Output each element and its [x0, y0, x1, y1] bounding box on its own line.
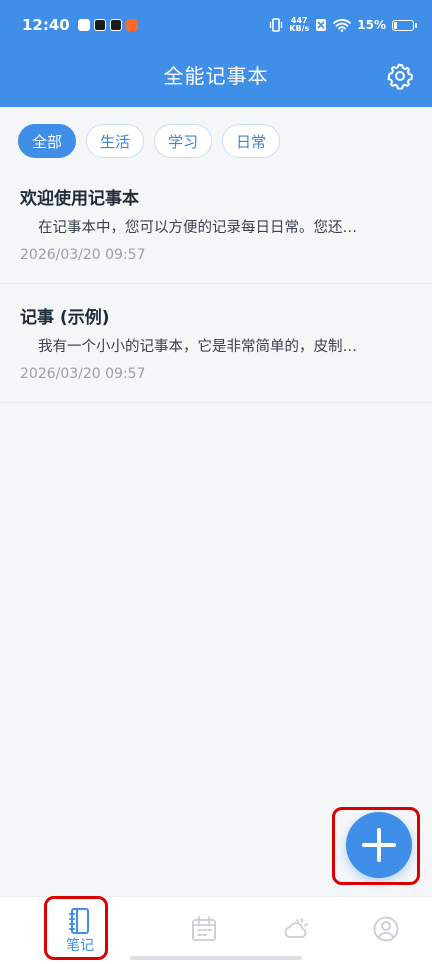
page-title: 全能记事本	[163, 64, 269, 88]
network-speed: 447 KB/s	[289, 17, 309, 33]
highlight-outline	[332, 807, 420, 885]
notification-app-icon	[125, 19, 138, 31]
vibrate-icon	[270, 18, 283, 32]
home-indicator[interactable]	[130, 956, 302, 960]
nav-tab-profile[interactable]	[346, 897, 426, 964]
notification-app-icon	[77, 19, 90, 31]
status-bar: 12:40 447 KB/s 15%	[0, 0, 432, 50]
category-chip-study[interactable]: 学习	[154, 124, 213, 158]
note-list-item[interactable]: 记事 (示例) 我有一个小小的记事本，它是非常简单的，皮制… 2026/03/2…	[0, 285, 432, 403]
weather-icon	[284, 918, 308, 938]
note-date: 2026/03/20 09:57	[20, 366, 146, 382]
note-preview: 在记事本中，您可以方便的记录每日日常。您还…	[38, 220, 357, 236]
network-speed-unit: KB/s	[289, 24, 310, 33]
nav-tab-calendar[interactable]	[164, 897, 244, 964]
notification-app-icon	[109, 19, 122, 31]
wifi-icon	[333, 19, 352, 32]
category-filter: 全部 生活 学习 日常	[18, 124, 281, 158]
highlight-outline	[44, 896, 108, 960]
sim-off-icon	[316, 19, 327, 31]
nav-tab-weather[interactable]	[256, 897, 336, 964]
calendar-icon	[192, 916, 216, 941]
status-time: 12:40	[22, 16, 70, 34]
gear-icon[interactable]	[386, 62, 414, 90]
category-chip-daily[interactable]: 日常	[222, 124, 281, 158]
note-date: 2026/03/20 09:57	[20, 247, 146, 263]
note-title: 记事 (示例)	[20, 308, 110, 328]
battery-icon	[392, 19, 417, 31]
category-chip-life[interactable]: 生活	[86, 124, 145, 158]
note-title: 欢迎使用记事本	[20, 189, 139, 209]
app-header: 12:40 447 KB/s 15% 全能记事本	[0, 0, 432, 107]
battery-percent: 15%	[357, 18, 386, 32]
category-chip-all[interactable]: 全部	[18, 124, 77, 158]
note-list-item[interactable]: 欢迎使用记事本 在记事本中，您可以方便的记录每日日常。您还… 2026/03/2…	[0, 166, 432, 284]
notification-app-icon	[93, 19, 106, 31]
profile-icon	[373, 916, 399, 942]
note-preview: 我有一个小小的记事本，它是非常简单的，皮制…	[38, 339, 357, 355]
